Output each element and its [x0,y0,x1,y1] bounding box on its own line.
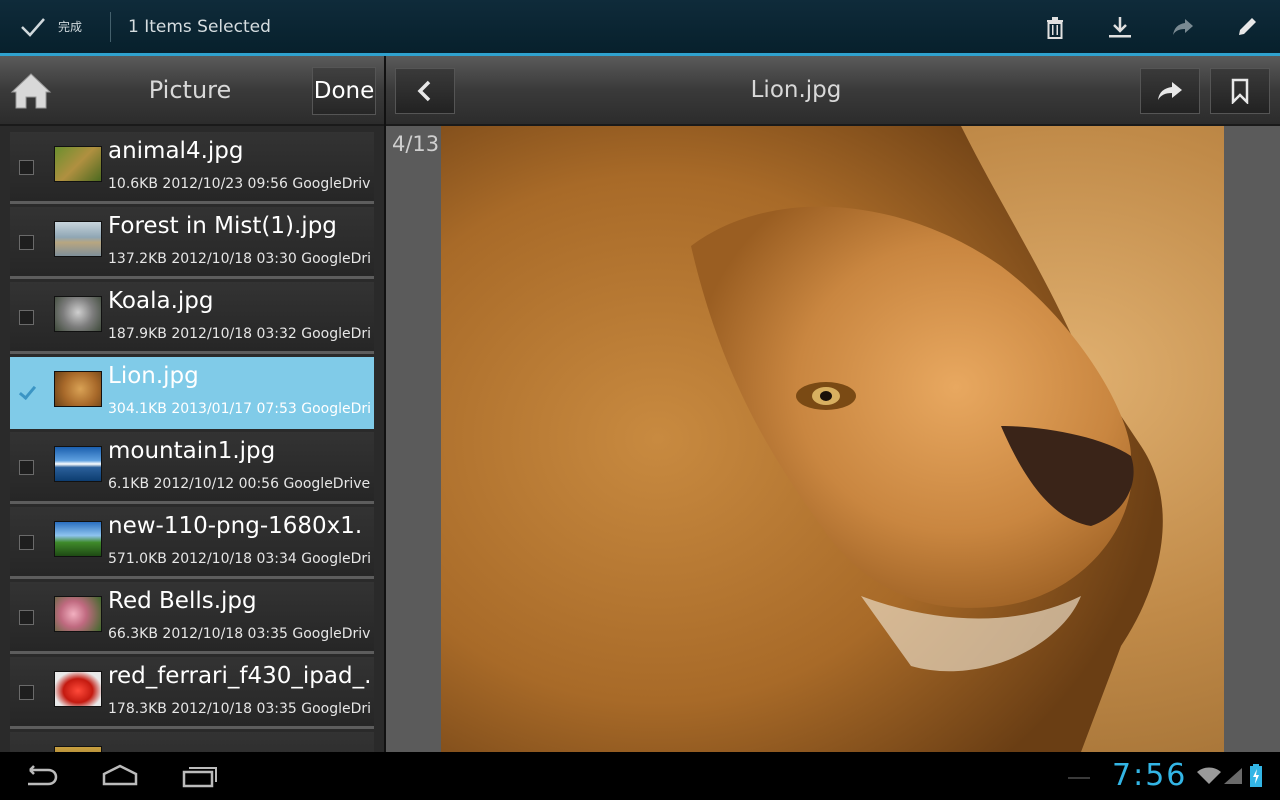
share-button[interactable] [1140,68,1200,114]
file-name: Lion.jpg [108,363,199,389]
share-icon[interactable] [1168,12,1198,42]
home-icon[interactable] [100,762,140,790]
lion-photo[interactable] [441,126,1224,752]
file-list-panel: Picture Done animal4.jpg 10.6KB 2012/10/… [0,56,384,752]
system-nav-bar: 7:56 [0,752,1280,800]
file-name: Forest in Mist(1).jpg [108,213,337,239]
done-action-label: 完成 [58,20,83,34]
thumbnail [54,446,102,482]
download-icon[interactable] [1105,12,1135,42]
file-meta: 10.6KB 2012/10/23 09:56 GoogleDrive [108,176,370,192]
clock: 7:56 [1112,758,1188,793]
file-name: animal4.jpg [108,138,244,164]
recent-apps-icon[interactable] [180,762,220,790]
chevron-left-icon [417,80,431,102]
edit-icon[interactable] [1232,12,1262,42]
file-meta: 304.1KB 2013/01/17 07:53 GoogleDri. [108,401,370,417]
bookmark-icon [1231,78,1249,104]
home-icon[interactable] [8,70,54,112]
checkbox[interactable] [19,385,34,400]
checkbox[interactable] [19,610,34,625]
list-item[interactable]: Red Bells.jpg 66.3KB 2012/10/18 03:35 Go… [10,582,374,654]
bookmark-button[interactable] [1210,68,1270,114]
list-item[interactable]: animal4.jpg 10.6KB 2012/10/23 09:56 Goog… [10,132,374,204]
battery-icon [1250,764,1262,787]
signal-icon [1224,768,1242,784]
thumbnail [54,296,102,332]
list-item[interactable]: Forest in Mist(1).jpg 137.2KB 2012/10/18… [10,207,374,279]
back-icon[interactable] [20,762,60,790]
wifi-icon [1197,767,1221,784]
action-bar: 完成 1 Items Selected [0,0,1280,56]
checkbox[interactable] [19,235,34,250]
file-meta: 6.1KB 2012/10/12 00:56 GoogleDrive [108,476,370,492]
share-icon [1158,82,1182,100]
file-name: red_ferrari_f430_ipad_. [108,663,370,689]
file-list-header: Picture Done [0,56,384,126]
checkbox[interactable] [19,160,34,175]
image-viewer-panel: Lion.jpg 4/13 [386,56,1280,752]
selection-title: 1 Items Selected [128,17,271,37]
done-action[interactable]: 完成 [0,0,110,53]
file-name: Koala.jpg [108,288,214,314]
file-name: mountain1.jpg [108,438,276,464]
list-item-partial[interactable] [10,732,374,752]
list-item[interactable]: new-110-png-1680x1. 571.0KB 2012/10/18 0… [10,507,374,579]
list-item[interactable]: Koala.jpg 187.9KB 2012/10/18 03:32 Googl… [10,282,374,354]
thumbnail [54,371,102,407]
thumbnail [54,221,102,257]
file-name: new-110-png-1680x1. [108,513,363,539]
notification-indicator [1068,777,1090,779]
folder-title: Picture [148,76,232,104]
thumbnail [54,146,102,182]
list-item[interactable]: Lion.jpg 304.1KB 2013/01/17 07:53 Google… [10,357,374,429]
checkbox[interactable] [19,535,34,550]
done-button[interactable]: Done [312,67,376,115]
list-item[interactable]: red_ferrari_f430_ipad_. 178.3KB 2012/10/… [10,657,374,729]
viewer-header: Lion.jpg [386,56,1280,126]
thumbnail [54,521,102,557]
trash-icon[interactable] [1040,12,1070,42]
file-meta: 137.2KB 2012/10/18 03:30 GoogleDri. [108,251,370,267]
check-icon [21,17,45,37]
file-meta: 178.3KB 2012/10/18 03:35 GoogleDri. [108,701,370,717]
checkbox[interactable] [19,685,34,700]
list-item[interactable]: mountain1.jpg 6.1KB 2012/10/12 00:56 Goo… [10,432,374,504]
file-meta: 187.9KB 2012/10/18 03:32 GoogleDri. [108,326,370,342]
thumbnail [54,596,102,632]
file-meta: 571.0KB 2012/10/18 03:34 GoogleDri. [108,551,370,567]
file-name: Red Bells.jpg [108,588,257,614]
viewer-title: Lion.jpg [750,77,842,103]
checkbox[interactable] [19,460,34,475]
action-bar-separator [110,12,111,42]
image-counter: 4/13 [392,132,440,156]
checkbox[interactable] [19,310,34,325]
file-list: animal4.jpg 10.6KB 2012/10/23 09:56 Goog… [10,132,374,752]
thumbnail [54,671,102,707]
file-meta: 66.3KB 2012/10/18 03:35 GoogleDrive [108,626,370,642]
back-button[interactable] [395,68,455,114]
